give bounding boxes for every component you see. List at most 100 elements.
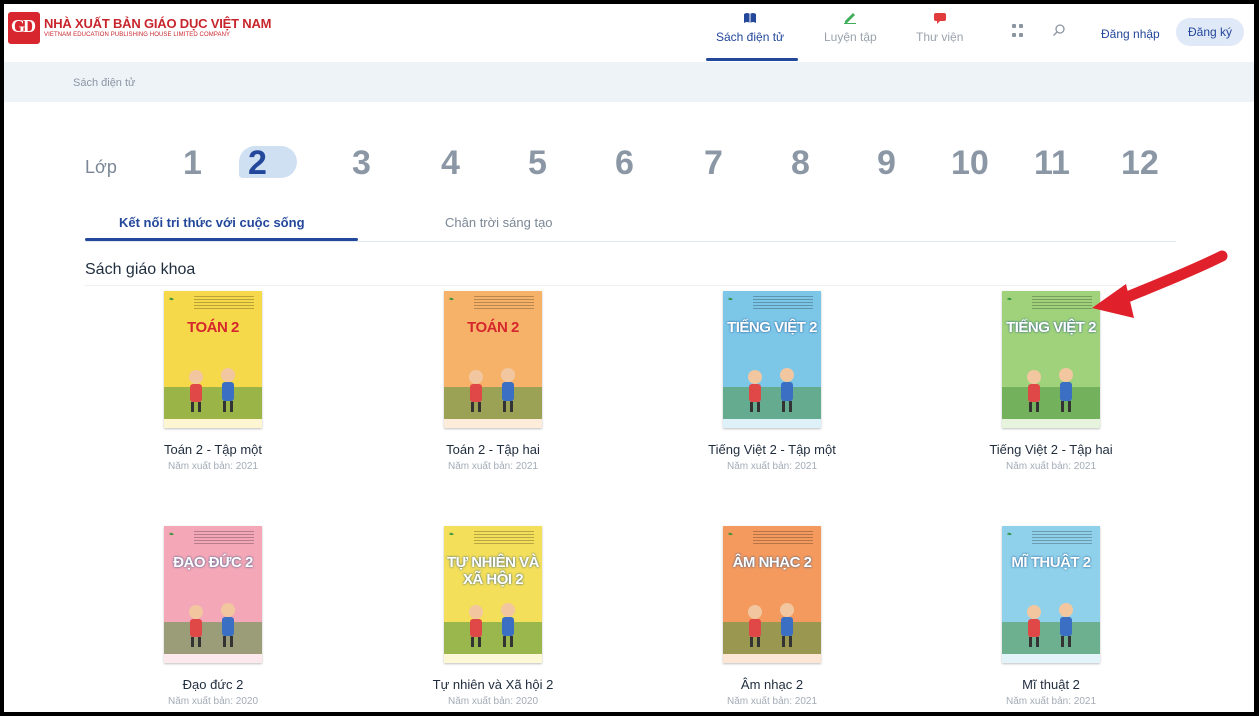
page-frame: GD NHÀ XUẤT BẢN GIÁO DỤC VIỆT NAM VIETNA… (4, 4, 1254, 712)
tab-ket-noi[interactable]: Kết nối tri thức với cuộc sống (119, 215, 305, 230)
book-cover[interactable]: ❧ MĨ THUẬT 2 (1002, 526, 1100, 663)
cover-author-lines (1032, 296, 1092, 310)
book-title[interactable]: Tiếng Việt 2 - Tập một (708, 442, 836, 457)
cover-title: ÂM NHẠC 2 (732, 554, 812, 571)
grade-label: Lớp (85, 157, 117, 177)
cover-illustration (164, 368, 262, 419)
book-title[interactable]: Toán 2 - Tập hai (446, 442, 540, 457)
cover-footer (164, 419, 262, 428)
grade-1[interactable]: 1 (183, 144, 202, 183)
cover-title: ĐẠO ĐỨC 2 (173, 554, 253, 571)
cover-title: TIẾNG VIỆT 2 (727, 319, 817, 336)
book-year: Năm xuất bản: 2021 (1005, 696, 1097, 707)
publisher-leaf-icon: ❧ (728, 297, 734, 303)
cover-author-lines (474, 531, 534, 545)
red-arrow-icon (1092, 250, 1228, 318)
nav-practice[interactable]: Luyện tập (824, 12, 877, 44)
grade-10[interactable]: 10 (951, 144, 989, 183)
cover-title: MĨ THUẬT 2 (1011, 554, 1091, 571)
book-title[interactable]: Tiếng Việt 2 - Tập hai (989, 442, 1112, 457)
logo[interactable]: GD NHÀ XUẤT BẢN GIÁO DỤC VIỆT NAM VIETNA… (8, 12, 271, 44)
book-card[interactable]: ❧ TIẾNG VIỆT 2 Tiếng Việt 2 - Tập một Năm x… (672, 291, 872, 472)
tab-active-indicator (85, 238, 358, 241)
register-button[interactable]: Đăng ký (1176, 18, 1244, 46)
nav-label: Sách điện tử (716, 30, 785, 44)
book-card[interactable]: ❧ ÂM NHẠC 2 Âm nhạc 2 Năm xuất bản: 2021 (672, 526, 872, 707)
book-card[interactable]: ❧ ĐẠO ĐỨC 2 Đạo đức 2 Năm xuất bản: 2020 (113, 526, 313, 707)
publisher-leaf-icon: ❧ (449, 297, 455, 303)
book-card[interactable]: ❧ TOÁN 2 Toán 2 - Tập một Năm xuất bản: 202… (113, 291, 313, 472)
book-card[interactable]: ❧ MĨ THUẬT 2 Mĩ thuật 2 Năm xuất bản: 2021 (951, 526, 1151, 707)
book-title[interactable]: Âm nhạc 2 (741, 677, 803, 692)
cover-author-lines (753, 531, 813, 545)
nav-label: Thư viện (916, 30, 964, 44)
grade-3[interactable]: 3 (352, 144, 371, 183)
book-cover[interactable]: ❧ ĐẠO ĐỨC 2 (164, 526, 262, 663)
logo-title: NHÀ XUẤT BẢN GIÁO DỤC VIỆT NAM (44, 16, 272, 31)
tab-chan-troi[interactable]: Chân trời sáng tạo (445, 215, 553, 230)
grade-9[interactable]: 9 (877, 144, 896, 183)
pencil-icon (844, 13, 857, 24)
grade-5[interactable]: 5 (528, 144, 547, 183)
book-year: Năm xuất bản: 2020 (447, 696, 539, 707)
cover-footer (444, 419, 542, 428)
grade-8[interactable]: 8 (791, 144, 810, 183)
grade-2[interactable]: 2 (248, 144, 267, 183)
book-card[interactable]: ❧ TỰ NHIÊN VÀ XÃ HỘI 2 Tự nhiên và Xã hội … (393, 526, 593, 707)
book-year: Năm xuất bản: 2021 (1005, 461, 1097, 472)
chat-icon (933, 13, 946, 24)
cover-footer (723, 654, 821, 663)
cover-author-lines (194, 531, 254, 545)
cover-illustration (444, 368, 542, 419)
book-cover[interactable]: ❧ TOÁN 2 (164, 291, 262, 428)
search-icon[interactable] (1052, 23, 1066, 37)
cover-illustration (1002, 603, 1100, 654)
publisher-leaf-icon: ❧ (449, 532, 455, 538)
book-year: Năm xuất bản: 2021 (726, 696, 818, 707)
grade-7[interactable]: 7 (704, 144, 723, 183)
apps-grid-icon[interactable] (1012, 24, 1026, 38)
grade-11[interactable]: 11 (1034, 144, 1070, 183)
cover-footer (444, 654, 542, 663)
breadcrumb-bar: Sách điện tử (4, 62, 1254, 102)
logo-text: NHÀ XUẤT BẢN GIÁO DỤC VIỆT NAM VIETNAM E… (44, 17, 271, 39)
book-year: Năm xuất bản: 2021 (167, 461, 259, 472)
cover-footer (164, 654, 262, 663)
nav-library[interactable]: Thư viện (916, 12, 963, 44)
header: GD NHÀ XUẤT BẢN GIÁO DỤC VIỆT NAM VIETNA… (4, 4, 1254, 62)
section-title: Sách giáo khoa (85, 261, 196, 278)
book-cover[interactable]: ❧ ÂM NHẠC 2 (723, 526, 821, 663)
grade-12[interactable]: 12 (1121, 144, 1159, 183)
grade-4[interactable]: 4 (441, 144, 460, 183)
cover-title: TOÁN 2 (467, 319, 519, 336)
book-title[interactable]: Đạo đức 2 (183, 677, 244, 692)
cover-illustration (723, 603, 821, 654)
publisher-leaf-icon: ❧ (1007, 297, 1013, 303)
cover-illustration (444, 603, 542, 654)
login-button[interactable]: Đăng nhập (1101, 27, 1160, 41)
book-year: Năm xuất bản: 2021 (447, 461, 539, 472)
cover-footer (723, 419, 821, 428)
book-title[interactable]: Toán 2 - Tập một (164, 442, 262, 457)
logo-mark: GD (8, 12, 40, 44)
book-title[interactable]: Mĩ thuật 2 (1022, 677, 1080, 692)
book-cover[interactable]: ❧ TỰ NHIÊN VÀ XÃ HỘI 2 (444, 526, 542, 663)
logo-subtitle: VIETNAM EDUCATION PUBLISHING HOUSE LIMIT… (44, 32, 231, 38)
book-card[interactable]: ❧ TOÁN 2 Toán 2 - Tập hai Năm xuất bản: 202… (393, 291, 593, 472)
book-cover[interactable]: ❧ TOÁN 2 (444, 291, 542, 428)
logo-mark-text: GD (11, 16, 36, 36)
cover-author-lines (753, 296, 813, 310)
breadcrumb[interactable]: Sách điện tử (73, 77, 135, 89)
book-year: Năm xuất bản: 2021 (726, 461, 818, 472)
cover-footer (1002, 419, 1100, 428)
book-icon (744, 13, 757, 23)
nav-ebooks[interactable]: Sách điện tử (716, 12, 784, 44)
grade-6[interactable]: 6 (615, 144, 634, 183)
publisher-leaf-icon: ❧ (1007, 532, 1013, 538)
publisher-leaf-icon: ❧ (169, 297, 175, 303)
cover-author-lines (194, 296, 254, 310)
cover-illustration (164, 603, 262, 654)
book-cover[interactable]: ❧ TIẾNG VIỆT 2 (723, 291, 821, 428)
cover-illustration (723, 368, 821, 419)
book-title[interactable]: Tự nhiên và Xã hội 2 (433, 677, 554, 692)
